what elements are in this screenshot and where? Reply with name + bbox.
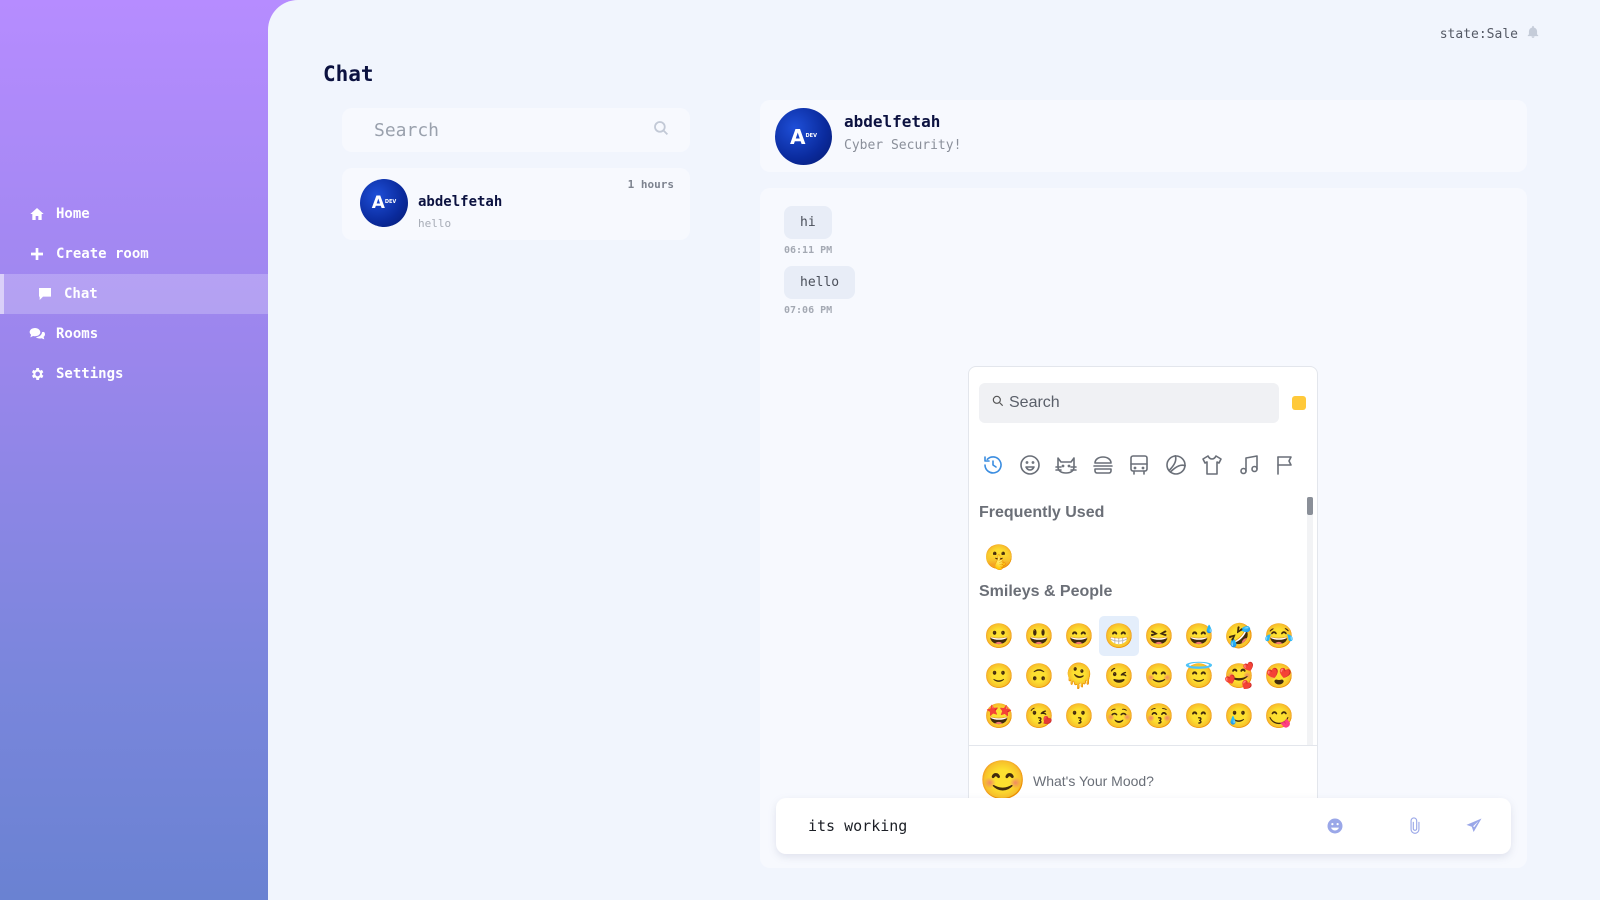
emoji[interactable]: 😗: [1059, 696, 1099, 736]
bus-icon[interactable]: [1121, 449, 1158, 481]
sidebar-item-settings[interactable]: Settings: [0, 354, 268, 394]
chat-header: A DEV abdelfetah Cyber Security!: [760, 100, 1527, 172]
smiley-icon: [1327, 818, 1343, 834]
conversation-item[interactable]: A DEV abdelfetah hello 1 hours: [342, 168, 690, 240]
emoji[interactable]: 🫠: [1059, 656, 1099, 696]
emoji[interactable]: 😄: [1059, 616, 1099, 656]
main-panel: state:Sale Chat ADEV abdelfetah hello 1 …: [268, 0, 1600, 900]
paperclip-icon: [1410, 817, 1420, 834]
attach-button[interactable]: [1403, 814, 1427, 838]
state-text: state:Sale: [1439, 26, 1518, 42]
scrollbar-thumb[interactable]: [1307, 497, 1313, 515]
emoji[interactable]: 😉: [1099, 656, 1139, 696]
search-icon: [991, 394, 1009, 413]
cat-icon[interactable]: [1048, 449, 1085, 481]
search-input[interactable]: [374, 119, 614, 141]
comments-icon: [28, 325, 46, 343]
sidebar-item-home[interactable]: Home: [0, 194, 268, 234]
send-icon: [1466, 818, 1482, 832]
sidebar-item-label: Create room: [56, 246, 149, 262]
gear-icon: [28, 365, 46, 383]
emoji[interactable]: 😁: [1099, 616, 1139, 656]
send-button[interactable]: [1462, 814, 1486, 838]
emoji[interactable]: 😃: [1019, 616, 1059, 656]
message-bubble: hello: [784, 266, 856, 299]
preview-text: What's Your Mood?: [1033, 772, 1154, 789]
chat-bubble-icon: [36, 285, 54, 303]
sidebar-item-create-room[interactable]: Create room: [0, 234, 268, 274]
emoji[interactable]: 🥲: [1219, 696, 1259, 736]
message-input[interactable]: its working: [808, 817, 907, 835]
chat-contact-name: abdelfetah: [844, 112, 941, 131]
conversation-name: abdelfetah: [418, 194, 503, 210]
sidebar-item-chat[interactable]: Chat: [0, 274, 268, 314]
emoji-row: 😀 😃 😄 😁 😆 😅 🤣 😂: [979, 616, 1299, 656]
frequently-used-row: 🤫: [979, 537, 1019, 577]
emoji-picker: Frequently Used 🤫 Smileys & People 😀 😃 😄…: [968, 366, 1318, 816]
emoji-row: 🙂 🙃 🫠 😉 😊 😇 🥰 😍: [979, 656, 1299, 696]
shirt-icon[interactable]: [1194, 449, 1231, 481]
sidebar-item-label: Rooms: [56, 326, 99, 342]
emoji-button[interactable]: [1323, 814, 1347, 838]
sidebar-nav: Home Create room Chat Rooms Settings: [0, 194, 268, 394]
sidebar-item-label: Chat: [64, 286, 98, 302]
flag-icon[interactable]: [1267, 449, 1304, 481]
emoji-search-input[interactable]: [1009, 394, 1269, 412]
music-icon[interactable]: [1231, 449, 1268, 481]
emoji[interactable]: 😂: [1259, 616, 1299, 656]
sidebar-item-rooms[interactable]: Rooms: [0, 314, 268, 354]
message: hi 06:11 PM: [784, 206, 832, 256]
emoji-category-tabs: [975, 449, 1304, 481]
bell-icon[interactable]: [1526, 24, 1540, 44]
conversation-list-panel: ADEV abdelfetah hello 1 hours: [342, 108, 690, 240]
emoji-search-box: [979, 383, 1279, 423]
emoji[interactable]: 🙃: [1019, 656, 1059, 696]
emoji-row: 🤩 😘 😗 ☺️ 😚 😙 🥲 😋: [979, 696, 1299, 736]
emoji[interactable]: 😙: [1179, 696, 1219, 736]
emoji[interactable]: 🙂: [979, 656, 1019, 696]
plus-icon: [28, 245, 46, 263]
conversation-last-message: hello: [418, 217, 452, 230]
message-bubble: hi: [784, 206, 832, 239]
avatar: A DEV: [360, 179, 408, 227]
emoji[interactable]: 😅: [1179, 616, 1219, 656]
smiley-icon[interactable]: [1012, 449, 1049, 481]
preview-emoji: 😊: [979, 759, 1027, 802]
emoji[interactable]: 😆: [1139, 616, 1179, 656]
emoji[interactable]: 🤣: [1219, 616, 1259, 656]
emoji[interactable]: 🤩: [979, 696, 1019, 736]
smileys-label: Smileys & People: [979, 583, 1113, 600]
state-indicator: state:Sale: [1440, 24, 1540, 44]
emoji[interactable]: 😍: [1259, 656, 1299, 696]
sidebar-item-label: Home: [56, 206, 90, 222]
chat-contact-status: Cyber Security!: [844, 138, 962, 153]
emoji[interactable]: ☺️: [1099, 696, 1139, 736]
search-box: [342, 108, 690, 152]
message: hello 07:06 PM: [784, 266, 856, 316]
emoji[interactable]: 😊: [1139, 656, 1179, 696]
ball-icon[interactable]: [1158, 449, 1195, 481]
emoji[interactable]: 😋: [1259, 696, 1299, 736]
emoji[interactable]: 🤫: [979, 537, 1019, 577]
search-icon[interactable]: [652, 119, 670, 141]
emoji[interactable]: 😘: [1019, 696, 1059, 736]
sidebar-item-label: Settings: [56, 366, 124, 382]
emoji-scrollbar[interactable]: [1307, 497, 1313, 751]
burger-icon[interactable]: [1085, 449, 1122, 481]
emoji[interactable]: 😇: [1179, 656, 1219, 696]
emoji[interactable]: 🥰: [1219, 656, 1259, 696]
skin-tone-selector[interactable]: [1292, 396, 1306, 410]
home-icon: [28, 205, 46, 223]
avatar[interactable]: A DEV: [775, 108, 832, 165]
recent-icon[interactable]: [975, 449, 1012, 481]
message-composer[interactable]: its working: [776, 798, 1511, 854]
emoji[interactable]: 😀: [979, 616, 1019, 656]
sidebar: Home Create room Chat Rooms Settings: [0, 0, 268, 900]
message-time: 07:06 PM: [784, 305, 833, 316]
frequently-used-label: Frequently Used: [979, 504, 1105, 521]
conversation-time: 1 hours: [627, 178, 674, 191]
message-time: 06:11 PM: [784, 245, 833, 256]
emoji[interactable]: 😚: [1139, 696, 1179, 736]
page-title: Chat: [323, 62, 374, 86]
